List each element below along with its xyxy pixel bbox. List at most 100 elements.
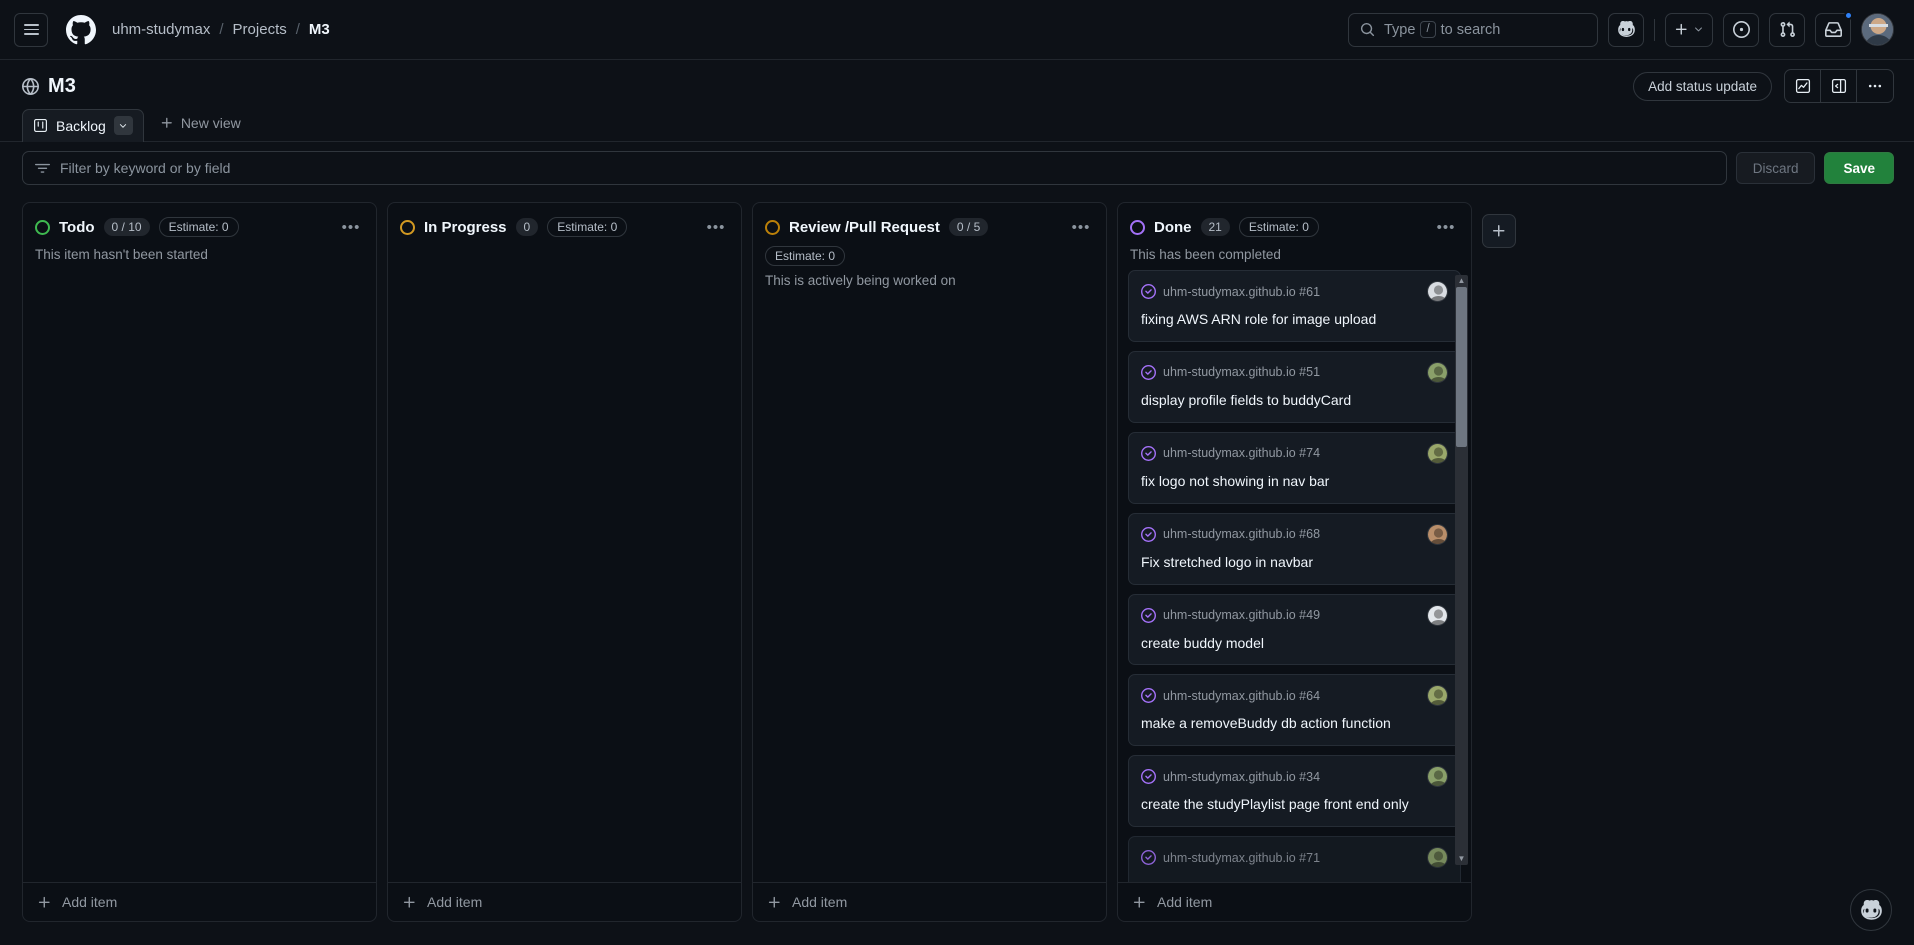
board-card[interactable]: uhm-studymax.github.io #34 create the stu…: [1128, 755, 1461, 828]
board-card[interactable]: uhm-studymax.github.io #51 display profil…: [1128, 350, 1461, 423]
avatar[interactable]: [1861, 13, 1894, 46]
toggle-side-panel-button[interactable]: [1821, 70, 1857, 102]
add-column-button[interactable]: [1482, 214, 1516, 248]
card-assignee-avatar[interactable]: [1427, 361, 1448, 383]
board-column-review-pull-request: Review /Pull Request 0 / 5 ••• Estimate: 0 T…: [752, 202, 1107, 922]
board-column-in-progress: In Progress 0 Estimate: 0 ••• Add item: [387, 202, 742, 922]
add-status-update-button[interactable]: Add status update: [1633, 71, 1772, 101]
board-card[interactable]: uhm-studymax.github.io #68 Fix stretched …: [1128, 512, 1461, 585]
card-assignee-avatar[interactable]: [1427, 685, 1448, 707]
board-card[interactable]: uhm-studymax.github.io #49 create buddy m…: [1128, 593, 1461, 666]
breadcrumb-current: M3: [308, 21, 330, 38]
filter-placeholder: Filter by keyword or by field: [60, 160, 231, 176]
copilot-glyph: [1617, 21, 1635, 37]
filter-row: Filter by keyword or by field Discard Sa…: [0, 142, 1914, 194]
create-new-button[interactable]: [1665, 12, 1713, 47]
card-header: uhm-studymax.github.io #74: [1141, 442, 1448, 464]
project-title-group: M3: [22, 75, 76, 98]
closed-issue-icon: [1141, 284, 1156, 299]
board-view-icon: [34, 119, 47, 132]
column-card-list: [23, 262, 376, 882]
plus-icon: [1493, 225, 1505, 237]
board-card[interactable]: uhm-studymax.github.io #64 make a removeB…: [1128, 674, 1461, 747]
avatar-image: [1862, 14, 1893, 45]
card-title: create buddy model: [1141, 634, 1264, 651]
column-more-options-button[interactable]: •••: [338, 215, 364, 239]
issues-button[interactable]: [1723, 12, 1759, 47]
globe-icon: [22, 77, 39, 95]
board-card[interactable]: uhm-studymax.github.io #74 fix logo not s…: [1128, 431, 1461, 504]
card-repository-reference: uhm-studymax.github.io #51: [1163, 365, 1321, 380]
card-header: uhm-studymax.github.io #61: [1141, 281, 1448, 302]
plus-icon: [1133, 896, 1145, 908]
tab-backlog-menu-button[interactable]: [113, 116, 133, 135]
discard-button[interactable]: Discard: [1735, 152, 1816, 184]
copilot-fab-button[interactable]: [1850, 889, 1892, 931]
card-assignee-avatar[interactable]: [1427, 604, 1448, 626]
card-avatar-image: [1428, 282, 1447, 301]
header-actions: Type / to search: [1348, 10, 1894, 47]
search-input[interactable]: Type / to search: [1348, 12, 1598, 47]
copilot-icon[interactable]: [1608, 12, 1644, 47]
closed-issue-icon: [1141, 526, 1156, 542]
breadcrumb-owner[interactable]: uhm-studymax: [112, 21, 210, 38]
new-view-button[interactable]: New view: [150, 109, 251, 137]
column-card-list: uhm-studymax.github.io #61 fixing AWS ARN…: [1118, 262, 1471, 882]
card-avatar-image: [1428, 605, 1447, 625]
column-scrollbar[interactable]: ▲ ▼: [1455, 275, 1468, 865]
scroll-up-arrow-icon[interactable]: ▲: [1458, 277, 1466, 285]
side-panel-icon: [1831, 78, 1846, 94]
column-more-options-button[interactable]: •••: [1433, 215, 1459, 239]
card-title: create the studyPlaylist page front end …: [1141, 796, 1409, 813]
save-button[interactable]: Save: [1824, 152, 1894, 184]
add-item-button[interactable]: Add item: [388, 882, 741, 921]
github-logo-icon[interactable]: [64, 13, 98, 47]
add-item-label: Add item: [62, 894, 118, 910]
global-nav-menu-button[interactable]: [14, 12, 48, 47]
add-item-button[interactable]: Add item: [1118, 882, 1471, 921]
closed-issue-icon: [1141, 769, 1156, 785]
card-repository-reference: uhm-studymax.github.io #34: [1163, 769, 1321, 784]
card-assignee-avatar[interactable]: [1427, 847, 1448, 869]
column-header-row: Done 21 Estimate: 0 •••: [1130, 215, 1459, 239]
closed-issue-icon: [1141, 607, 1156, 623]
copilot-icon: [1860, 899, 1882, 920]
board-card[interactable]: uhm-studymax.github.io #71: [1128, 836, 1461, 882]
board-card[interactable]: uhm-studymax.github.io #61 fixing AWS ARN…: [1128, 270, 1461, 342]
filter-input[interactable]: Filter by keyword or by field: [22, 151, 1727, 185]
column-description: This has been completed: [1130, 247, 1281, 262]
column-header: Todo 0 / 10 Estimate: 0 •••: [23, 203, 376, 239]
card-repository-reference: uhm-studymax.github.io #68: [1163, 527, 1321, 542]
breadcrumb-separator: /: [295, 21, 300, 38]
column-more-options-button[interactable]: •••: [1068, 215, 1094, 239]
column-more-options-button[interactable]: •••: [703, 215, 729, 239]
scroll-down-arrow-icon[interactable]: ▼: [1458, 855, 1466, 863]
column-count-badge: 0 / 5: [948, 218, 989, 236]
notifications-inbox-button[interactable]: [1815, 10, 1853, 47]
breadcrumb-projects[interactable]: Projects: [233, 21, 287, 38]
card-avatar-image: [1428, 443, 1447, 463]
column-header-row: In Progress 0 Estimate: 0 •••: [400, 215, 729, 239]
add-item-button[interactable]: Add item: [23, 882, 376, 921]
pull-requests-button[interactable]: [1769, 12, 1805, 47]
card-assignee-avatar[interactable]: [1427, 281, 1448, 302]
project-more-options-button[interactable]: [1857, 70, 1893, 102]
hamburger-bar: [23, 24, 39, 26]
column-count-badge: 0 / 10: [103, 218, 150, 236]
card-title: Fix stretched logo in navbar: [1141, 553, 1313, 570]
column-estimate-badge: Estimate: 0: [158, 217, 239, 237]
column-count-badge: 0: [515, 218, 539, 236]
project-view-toolbar: [1784, 69, 1894, 103]
card-header: uhm-studymax.github.io #68: [1141, 523, 1448, 545]
new-view-label: New view: [180, 115, 241, 131]
kebab-horizontal-icon: [1868, 84, 1882, 88]
card-assignee-avatar[interactable]: [1427, 442, 1448, 464]
card-assignee-avatar[interactable]: [1427, 523, 1448, 545]
insights-button[interactable]: [1785, 70, 1821, 102]
card-header: uhm-studymax.github.io #34: [1141, 766, 1448, 788]
scrollbar-thumb[interactable]: [1456, 287, 1467, 447]
search-suffix: to search: [1440, 21, 1501, 38]
tab-backlog[interactable]: Backlog: [22, 109, 144, 142]
card-assignee-avatar[interactable]: [1427, 766, 1448, 788]
add-item-button[interactable]: Add item: [753, 882, 1106, 921]
